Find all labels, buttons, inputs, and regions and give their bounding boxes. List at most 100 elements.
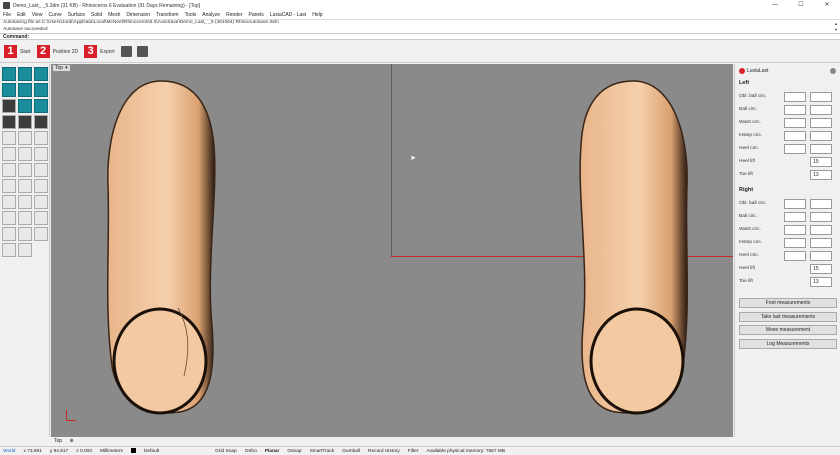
measure-input-a[interactable] (783, 104, 806, 115)
measure-input-b[interactable] (809, 130, 832, 141)
foot-outline-tool-icon[interactable] (2, 131, 16, 145)
perspective-tool-icon[interactable] (2, 99, 16, 113)
target-tool-icon[interactable] (2, 211, 16, 225)
add-viewport-icon[interactable]: ⊕ (69, 438, 73, 444)
toggle-gumball[interactable]: Gumball (342, 449, 360, 454)
current-layer[interactable]: Default (130, 448, 167, 454)
menu-help[interactable]: Help (312, 12, 322, 18)
zoom-tool-icon[interactable] (18, 211, 32, 225)
image-tool-icon[interactable] (34, 99, 48, 113)
measure-input-a[interactable] (783, 130, 806, 141)
measure-input-a[interactable] (783, 211, 806, 222)
maximize-button[interactable]: ☐ (788, 0, 814, 11)
refresh-tool-icon[interactable] (18, 163, 32, 177)
view-top-tool-icon[interactable] (2, 67, 16, 81)
measure-input-b[interactable] (809, 198, 832, 209)
scroll-up-icon[interactable]: ▲ (834, 21, 839, 26)
cross-tool-icon[interactable] (34, 131, 48, 145)
menu-dimension[interactable]: Dimension (126, 12, 150, 18)
heel-lift-input[interactable]: 15 (810, 263, 832, 274)
step-start[interactable]: 1 Start (4, 45, 31, 58)
measure-input-a[interactable] (783, 250, 806, 261)
command-prompt[interactable]: Command: (0, 33, 840, 40)
rotate-tool-icon[interactable] (2, 147, 16, 161)
step-position-2d[interactable]: 2 Position 2D (36, 45, 78, 58)
measure-input-a[interactable] (783, 143, 806, 154)
view-back-tool-icon[interactable] (18, 83, 32, 97)
units[interactable]: Millimeters (100, 449, 123, 454)
menu-mesh[interactable]: Mesh (108, 12, 120, 18)
scale-tool-icon[interactable] (34, 147, 48, 161)
measure-tool-icon[interactable] (34, 179, 48, 193)
toggle-ortho[interactable]: Ortho (245, 449, 257, 454)
sole-tool-icon[interactable] (18, 99, 32, 113)
exit-icon[interactable] (136, 46, 148, 57)
scroll-down-icon[interactable]: ▼ (834, 27, 839, 32)
grid-tool-icon[interactable] (18, 243, 32, 257)
menu-tools[interactable]: Tools (185, 12, 197, 18)
gear-icon[interactable] (830, 68, 836, 74)
split-tool-icon[interactable] (18, 179, 32, 193)
ruler-tool-icon[interactable] (34, 195, 48, 209)
menu-edit[interactable]: Edit (17, 12, 26, 18)
last-left-tool-icon[interactable] (2, 115, 16, 129)
profile-tool-icon[interactable] (18, 195, 32, 209)
measure-input-b[interactable] (809, 224, 832, 235)
menu-curve[interactable]: Curve (48, 12, 61, 18)
viewport-title[interactable]: Top ▾ (53, 65, 70, 71)
tab-top[interactable]: Top (54, 438, 62, 444)
measure-input-b[interactable] (809, 117, 832, 128)
curve-tool-icon[interactable] (18, 227, 32, 241)
minimize-button[interactable]: — (762, 0, 788, 11)
measure-input-b[interactable] (809, 237, 832, 248)
measure-input-a[interactable] (783, 198, 806, 209)
move-tool-icon[interactable] (34, 163, 48, 177)
measure-input-a[interactable] (783, 91, 806, 102)
measure-input-a[interactable] (783, 237, 806, 248)
heel-tool-icon[interactable] (2, 195, 16, 209)
measure-input-a[interactable] (783, 117, 806, 128)
toggle-record-history[interactable]: Record History (368, 449, 400, 454)
measure-input-b[interactable] (809, 104, 832, 115)
view-bottom-tool-icon[interactable] (2, 83, 16, 97)
take-last-measurements-button[interactable]: Take last measurements (739, 311, 837, 322)
heel-lift-input[interactable]: 15 (810, 156, 832, 167)
lasso-tool-icon[interactable] (2, 163, 16, 177)
section-tool-icon[interactable] (2, 179, 16, 193)
foot-measurements-button[interactable]: Foot measurements (739, 298, 837, 308)
menu-solid[interactable]: Solid (91, 12, 102, 18)
close-button[interactable]: ✕ (814, 0, 840, 11)
toggle-planar[interactable]: Planar (265, 449, 280, 454)
measure-input-b[interactable] (809, 211, 832, 222)
menu-view[interactable]: View (32, 12, 43, 18)
menu-transform[interactable]: Transform (156, 12, 179, 18)
toggle-osnap[interactable]: Osnap (287, 449, 301, 454)
measure-input-a[interactable] (783, 224, 806, 235)
undo-tool-icon[interactable] (34, 211, 48, 225)
foot-mirror-tool-icon[interactable] (18, 131, 32, 145)
measure-input-b[interactable] (809, 91, 832, 102)
left-shoe-last[interactable] (96, 76, 226, 421)
toggle-smarttrack[interactable]: SmartTrack (310, 449, 335, 454)
toe-lift-input[interactable]: 13 (810, 169, 832, 180)
shield-tool-icon[interactable] (34, 227, 48, 241)
move-measurement-button[interactable]: Move measurement (739, 325, 837, 335)
wave-tool-icon[interactable] (2, 227, 16, 241)
menu-file[interactable]: File (3, 12, 11, 18)
align-tool-icon[interactable] (18, 147, 32, 161)
toggle-grid-snap[interactable]: Grid Snap (215, 449, 237, 454)
toggle-filter[interactable]: Filter (408, 449, 419, 454)
view-front-tool-icon[interactable] (18, 67, 32, 81)
menu-surface[interactable]: Surface (68, 12, 85, 18)
view-right-tool-icon[interactable] (34, 67, 48, 81)
boot-tool-icon[interactable] (2, 243, 16, 257)
last-pair-tool-icon[interactable] (34, 115, 48, 129)
menu-luxiacad-last[interactable]: LuxiaCAD - Last (270, 12, 306, 18)
menu-panels[interactable]: Panels (249, 12, 264, 18)
right-shoe-last[interactable] (571, 76, 701, 421)
measure-input-b[interactable] (809, 250, 832, 261)
view-left-tool-icon[interactable] (34, 83, 48, 97)
log-measurements-button[interactable]: Log Measurements (739, 338, 837, 349)
step-export[interactable]: 3 Export (84, 45, 115, 58)
chevron-down-icon[interactable]: ▾ (65, 65, 68, 71)
